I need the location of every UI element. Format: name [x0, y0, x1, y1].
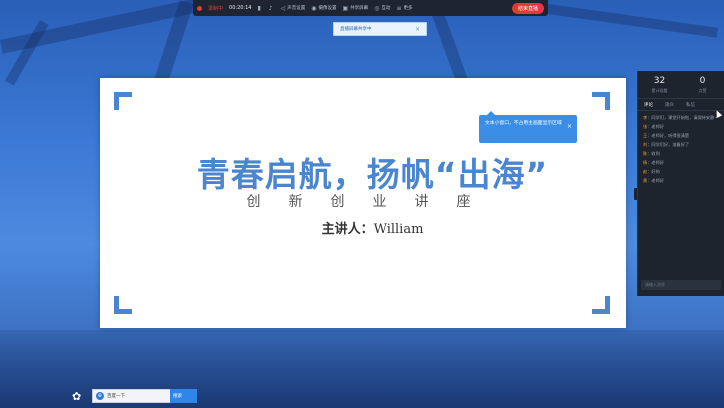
stats-row: 32 累计观看 0 点赞 [638, 71, 724, 99]
mic-icon: ♪ [268, 4, 273, 12]
share-screen-button[interactable]: ▣ 共享屏幕 [343, 5, 369, 12]
interaction-button[interactable]: ◎ 互动 [374, 5, 390, 12]
mic-button[interactable]: ♪ [269, 5, 275, 12]
share-icon: ▣ [342, 4, 349, 12]
tab-messages[interactable]: 私信 [686, 102, 695, 108]
list-item: 刘：同学们好，准备好了 [643, 142, 690, 147]
camera-settings-button[interactable]: ◉ 摄像设置 [311, 5, 336, 12]
background-beam [5, 20, 49, 86]
message-list: 李：同学们，课堂开始啦，请保持安静~ 张：老师好 王：老师好，听得很清楚 刘：同… [638, 111, 724, 191]
notification-text: 直播屏幕共享中 [340, 27, 372, 32]
tab-audience[interactable]: 观众 [665, 102, 674, 108]
recording-label: 录制中 [208, 5, 224, 12]
speaker-label: 主讲人： [321, 222, 374, 237]
live-control-bar: 录制中 00:20:14 ▮ ♪ ◁ 声音设置 ◉ 摄像设置 ▣ 共享屏幕 ◎ … [193, 0, 548, 16]
more-button[interactable]: ≡ 更多 [396, 5, 412, 12]
list-item: 黄：老师好 [643, 178, 664, 183]
list-item: 陈：收到 [643, 151, 660, 156]
stat-viewers: 32 累计观看 [638, 71, 681, 98]
stat-number: 32 [653, 76, 666, 86]
corner-bracket [592, 92, 610, 110]
feature-tooltip: 文本小窗口，不占用主画面显示区域 × [479, 111, 577, 143]
list-item: 赵：好的 [643, 169, 660, 174]
search-button[interactable]: 搜索 [170, 389, 197, 403]
share-notification: 直播屏幕共享中 × [333, 22, 427, 36]
slide-title: 青春启航，扬帆“出海” [196, 155, 549, 194]
sound-settings-button[interactable]: ◁ 声音设置 [281, 5, 306, 12]
stat-label: 累计观看 [651, 88, 668, 93]
record-icon [197, 5, 202, 11]
background-beam [518, 0, 719, 38]
signal-button[interactable]: ▮ [257, 5, 262, 12]
camera-icon: ◉ [311, 4, 317, 12]
menu-icon: ≡ [396, 4, 402, 12]
signal-icon: ▮ [257, 4, 261, 12]
slide-speaker: 主讲人：William [100, 218, 645, 237]
stat-likes: 0 点赞 [681, 71, 724, 98]
list-item: 李：同学们，课堂开始啦，请保持安静~ [643, 115, 718, 120]
interaction-icon: ◎ [374, 4, 380, 12]
speaker-name: William [373, 222, 424, 237]
browser-task-label: 百度一下 [107, 394, 125, 399]
panel-tabs: 评论 观众 私信 [638, 99, 724, 111]
chat-panel: 32 累计观看 0 点赞 评论 观众 私信 李：同学们，课堂开始啦，请保持安静~… [637, 71, 724, 296]
end-live-button[interactable]: 结束直播 [511, 2, 544, 14]
live-timer: 00:20:14 [229, 5, 252, 11]
browser-icon: e [96, 392, 104, 400]
browser-task-button[interactable]: e 百度一下 [92, 389, 172, 403]
corner-bracket [592, 296, 610, 314]
close-icon[interactable]: × [415, 26, 420, 33]
tooltip-text: 文本小窗口，不占用主画面显示区域 [485, 121, 562, 126]
corner-bracket [114, 92, 132, 110]
corner-bracket [114, 296, 132, 314]
slide-subtitle: 创新创业讲座 [246, 194, 499, 210]
stat-label: 点赞 [698, 88, 707, 93]
chat-input[interactable]: 请输入消息 [641, 280, 721, 290]
stat-number: 0 [699, 76, 706, 86]
app-logo-icon[interactable]: ✿ [72, 391, 84, 403]
list-item: 杨：老师好 [643, 160, 664, 165]
list-item: 张：老师好 [643, 124, 664, 129]
tab-comments[interactable]: 评论 [644, 102, 653, 108]
speaker-icon: ◁ [280, 4, 286, 12]
close-icon[interactable]: × [567, 123, 572, 130]
list-item: 王：老师好，听得很清楚 [643, 133, 690, 138]
